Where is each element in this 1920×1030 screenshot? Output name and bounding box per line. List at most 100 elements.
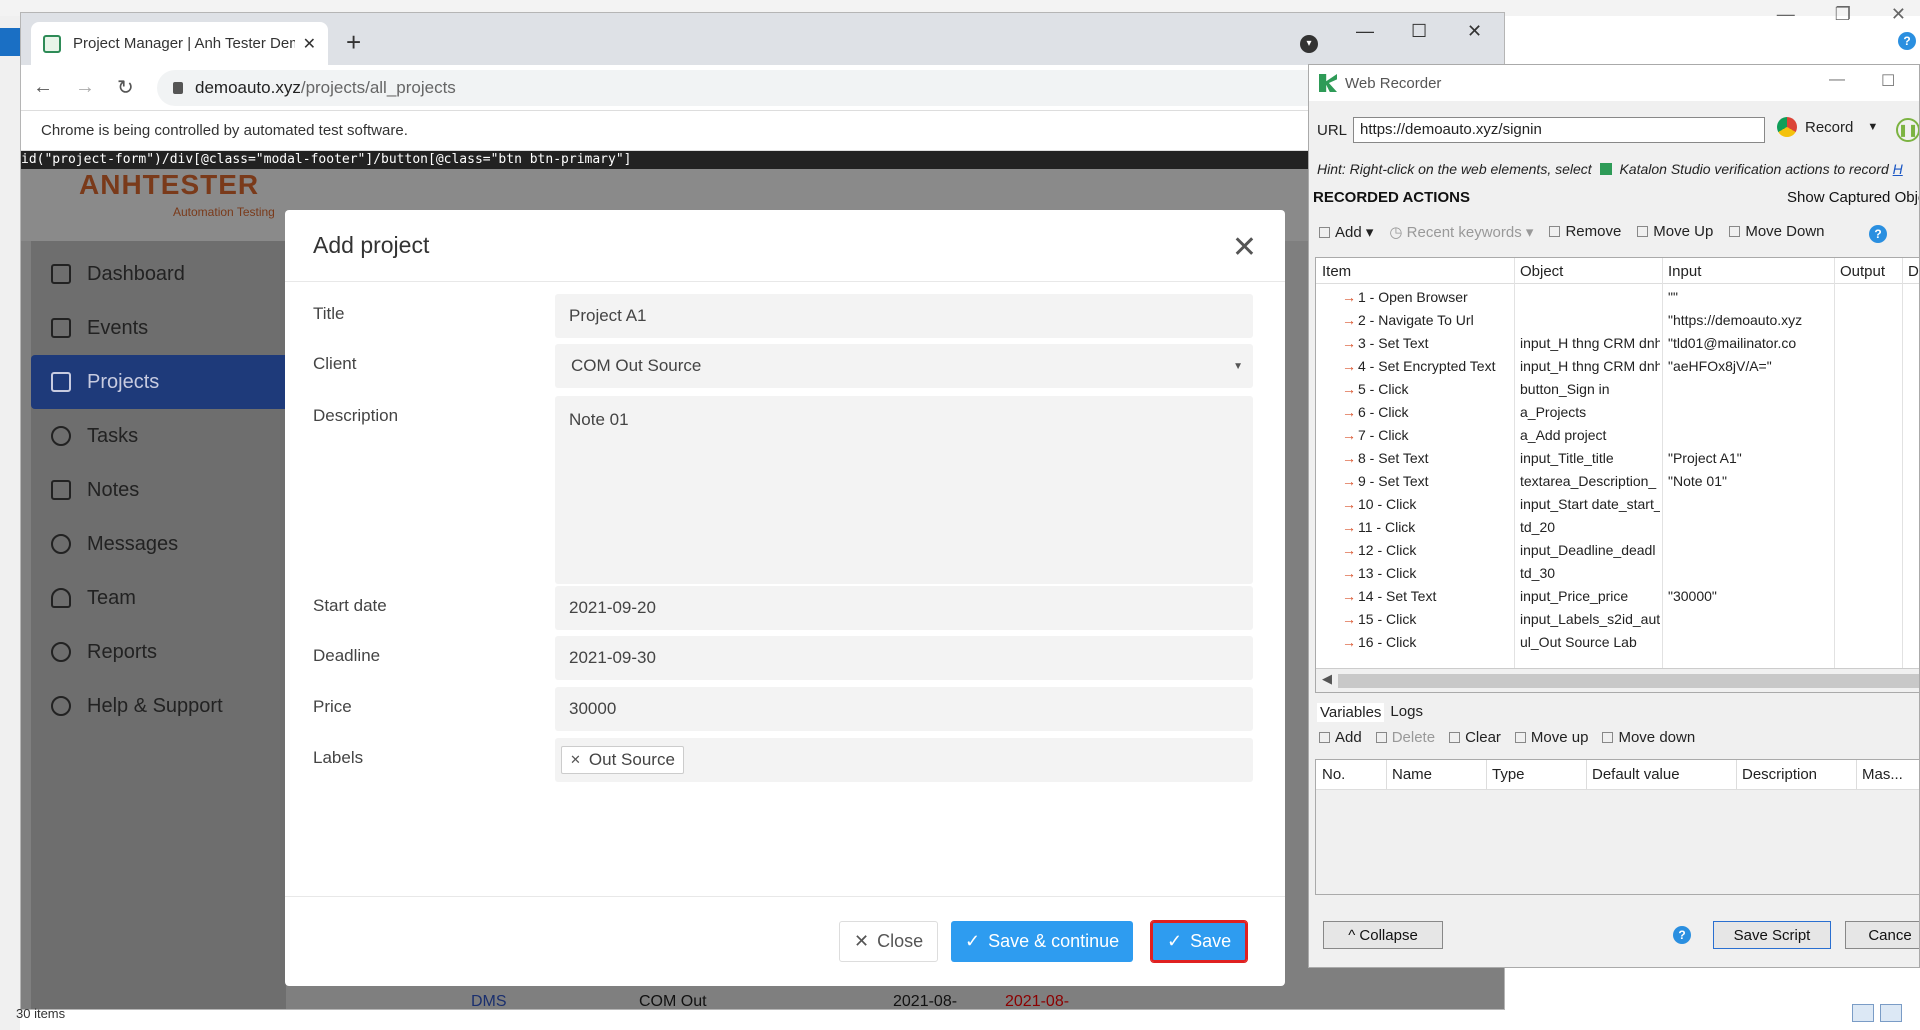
sidebar-item-tasks[interactable]: Tasks <box>31 409 286 463</box>
record-button[interactable]: Record ▼ <box>1777 117 1878 137</box>
labels-input[interactable]: ✕ Out Source <box>555 738 1253 782</box>
table-row[interactable]: → 13 - Click td_30 <box>1316 562 1919 585</box>
table-row[interactable]: → 14 - Set Text input_Price_price "30000" <box>1316 585 1919 608</box>
tab-close-icon[interactable]: ✕ <box>303 34 316 54</box>
remove-action-button[interactable]: Remove <box>1549 223 1621 241</box>
title-input[interactable]: Project A1 <box>555 294 1253 338</box>
var-move-down-button[interactable]: Move down <box>1602 729 1695 746</box>
action-arrow-icon: → <box>1342 634 1356 650</box>
table-row[interactable]: → 16 - Click ul_Out Source Lab <box>1316 631 1919 654</box>
horizontal-scrollbar[interactable]: ◀ <box>1316 668 1919 692</box>
start-date-input[interactable]: 2021-09-20 <box>555 586 1253 630</box>
remove-tag-icon[interactable]: ✕ <box>570 752 581 768</box>
trash-icon <box>1375 732 1387 743</box>
table-row[interactable]: → 12 - Click input_Deadline_deadl <box>1316 539 1919 562</box>
add-action-button[interactable]: Add ▾ <box>1319 223 1373 241</box>
sidebar-item-messages[interactable]: Messages <box>31 517 286 571</box>
col-input: Input <box>1668 263 1702 280</box>
bg-row-client: COM Out <box>639 993 707 1010</box>
table-row[interactable]: → 10 - Click input_Start date_start_ <box>1316 493 1919 516</box>
address-bar[interactable]: demoauto.xyz/projects/all_projects <box>157 70 1497 106</box>
back-icon[interactable]: ← <box>33 76 53 99</box>
browser-tab[interactable]: Project Manager | Anh Tester Demo ✕ <box>31 22 328 65</box>
sidebar-item-events[interactable]: Events <box>31 301 286 355</box>
table-row[interactable]: → 7 - Click a_Add project <box>1316 424 1919 447</box>
table-row[interactable]: → 11 - Click td_20 <box>1316 516 1919 539</box>
add-project-modal: Add project ✕ Title Project A1 Client CO… <box>285 210 1285 986</box>
scroll-thumb[interactable] <box>1338 674 1919 688</box>
cell-object: td_30 <box>1520 565 1556 581</box>
var-delete-button[interactable]: Delete <box>1375 729 1435 746</box>
table-row[interactable]: → 9 - Set Text textarea_Description_ "Note … <box>1316 470 1919 493</box>
arrow-down-icon <box>1729 226 1741 237</box>
table-row[interactable]: → 1 - Open Browser "" <box>1316 286 1919 309</box>
client-select[interactable]: COM Out Source ▼ <box>555 344 1253 388</box>
sidebar-item-team[interactable]: Team <box>31 571 286 625</box>
sidebar-item-reports[interactable]: Reports <box>31 625 286 679</box>
sidebar-item-help[interactable]: Help & Support <box>31 679 286 733</box>
close-icon[interactable]: ✕ <box>1891 0 1906 28</box>
deadline-input[interactable]: 2021-09-30 <box>555 636 1253 680</box>
reload-icon[interactable]: ↻ <box>117 75 134 100</box>
help-icon[interactable]: ? <box>1673 926 1691 944</box>
hint-link[interactable]: H <box>1893 161 1903 177</box>
var-add-button[interactable]: Add <box>1319 729 1362 746</box>
sidebar-item-projects[interactable]: Projects <box>31 355 286 409</box>
pause-icon[interactable]: ❚❚ <box>1896 118 1919 142</box>
thumbnail-view-icon[interactable] <box>1880 1004 1902 1022</box>
move-down-button[interactable]: Move Down <box>1729 223 1825 241</box>
save-button[interactable]: ✓ Save <box>1149 920 1249 963</box>
label-tag[interactable]: ✕ Out Source <box>561 746 684 774</box>
var-clear-button[interactable]: Clear <box>1449 729 1501 746</box>
minimize-icon[interactable]: — <box>1777 0 1795 28</box>
restore-icon[interactable]: ❐ <box>1835 0 1851 28</box>
table-row[interactable]: → 4 - Set Encrypted Text input_H thng CRM … <box>1316 355 1919 378</box>
minimize-icon[interactable]: — <box>1829 71 1845 89</box>
new-tab-button[interactable]: + <box>346 27 361 58</box>
download-icon <box>0 28 20 56</box>
save-continue-button[interactable]: ✓ Save & continue <box>951 921 1134 962</box>
help-icon[interactable]: ? <box>1869 225 1887 243</box>
chevron-down-icon[interactable]: ▼ <box>1867 121 1878 133</box>
tab-search-icon[interactable]: ▾ <box>1300 35 1318 53</box>
show-captured-objects-checkbox[interactable]: Show Captured Obje <box>1787 189 1919 206</box>
price-input[interactable]: 30000 <box>555 687 1253 731</box>
close-button[interactable]: ✕ Close <box>839 921 939 962</box>
cancel-button[interactable]: Cance <box>1845 921 1919 949</box>
sidebar-item-dashboard[interactable]: Dashboard <box>31 247 286 301</box>
move-up-button[interactable]: Move Up <box>1637 223 1713 241</box>
var-move-up-button[interactable]: Move up <box>1514 729 1588 746</box>
cell-object: a_Add project <box>1520 427 1607 443</box>
table-row[interactable]: → 3 - Set Text input_H thng CRM dnh "tld01@… <box>1316 332 1919 355</box>
maximize-icon[interactable]: ☐ <box>1411 21 1427 42</box>
save-script-button[interactable]: Save Script <box>1713 921 1831 949</box>
description-textarea[interactable]: Note 01 <box>555 396 1253 584</box>
scroll-left-icon[interactable]: ◀ <box>1322 671 1332 687</box>
vcol-default: Default value <box>1592 766 1680 783</box>
table-row[interactable]: → 15 - Click input_Labels_s2id_aut <box>1316 608 1919 631</box>
table-row[interactable]: → 2 - Navigate To Url "https://demoauto.xy… <box>1316 309 1919 332</box>
maximize-icon[interactable]: ☐ <box>1881 71 1895 91</box>
minimize-icon[interactable]: — <box>1356 21 1374 42</box>
close-window-icon[interactable]: ✕ <box>1467 21 1482 42</box>
table-row[interactable]: → 8 - Set Text input_Title_title "Project A… <box>1316 447 1919 470</box>
table-row[interactable]: → 6 - Click a_Projects <box>1316 401 1919 424</box>
modal-close-icon[interactable]: ✕ <box>1232 230 1257 265</box>
cell-object: input_Deadline_deadl <box>1520 542 1656 558</box>
description-label: Description <box>313 406 399 425</box>
clear-icon <box>1449 732 1461 743</box>
tab-variables[interactable]: Variables <box>1317 703 1385 722</box>
recorder-url-input[interactable]: https://demoauto.xyz/signin <box>1353 117 1766 143</box>
details-view-icon[interactable] <box>1852 1004 1874 1022</box>
action-arrow-icon: → <box>1342 588 1356 604</box>
table-row[interactable]: → 5 - Click button_Sign in <box>1316 378 1919 401</box>
forward-icon[interactable]: → <box>75 76 95 99</box>
collapse-button[interactable]: ^ Collapse <box>1323 921 1443 949</box>
recent-keywords-button[interactable]: ◷ Recent keywords ▾ <box>1389 223 1533 241</box>
cell-object: td_20 <box>1520 519 1556 535</box>
action-arrow-icon: → <box>1342 611 1356 627</box>
recent-label: Recent keywords <box>1406 224 1522 241</box>
sidebar-item-notes[interactable]: Notes <box>31 463 286 517</box>
help-icon[interactable]: ? <box>1898 32 1916 50</box>
tab-logs[interactable]: Logs <box>1390 703 1423 722</box>
